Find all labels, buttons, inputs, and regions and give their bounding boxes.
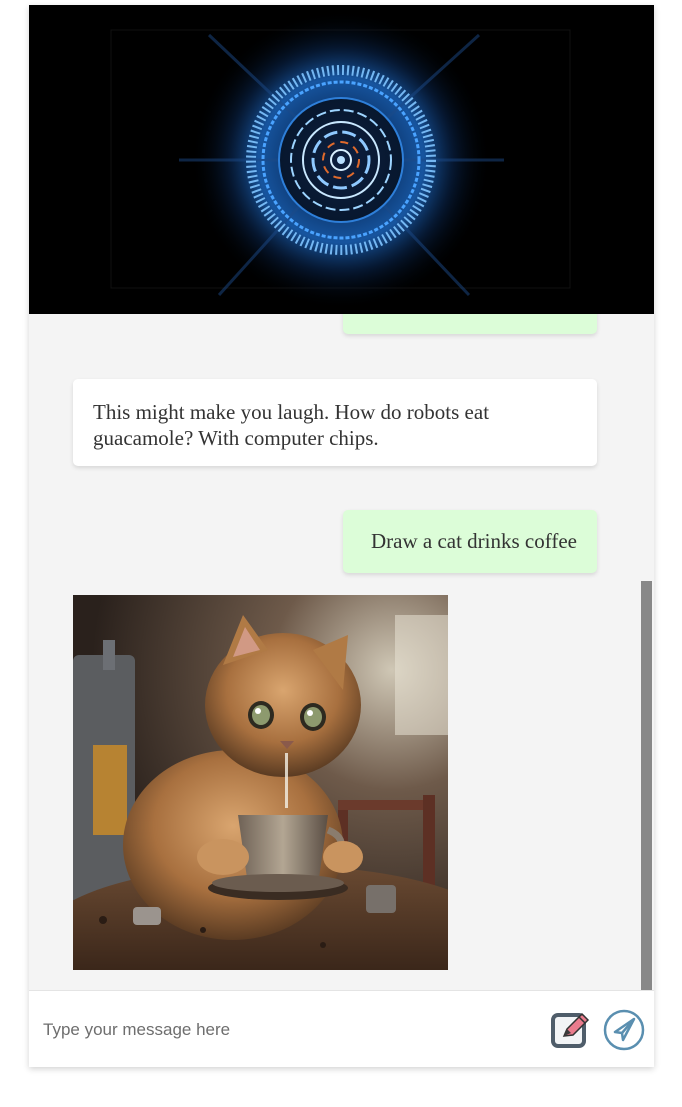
video-player[interactable]: [29, 5, 654, 314]
bot-message: This might make you laugh. How do robots…: [73, 379, 597, 466]
edit-note-icon[interactable]: [550, 1009, 592, 1051]
chat-app: This might make you laugh. How do robots…: [29, 5, 654, 1067]
message-input[interactable]: [41, 1013, 525, 1047]
paper-plane-icon[interactable]: [603, 1009, 645, 1051]
chat-messages[interactable]: This might make you laugh. How do robots…: [29, 314, 654, 990]
user-message: Draw a cat drinks coffee: [343, 510, 597, 573]
visualizer-graphic: [110, 10, 571, 310]
message-composer: [29, 990, 654, 1067]
generated-image[interactable]: [73, 595, 448, 970]
chat-scrollbar[interactable]: [641, 581, 652, 990]
cat-coffee-illustration: [73, 595, 448, 970]
user-message-partial: [343, 314, 597, 334]
